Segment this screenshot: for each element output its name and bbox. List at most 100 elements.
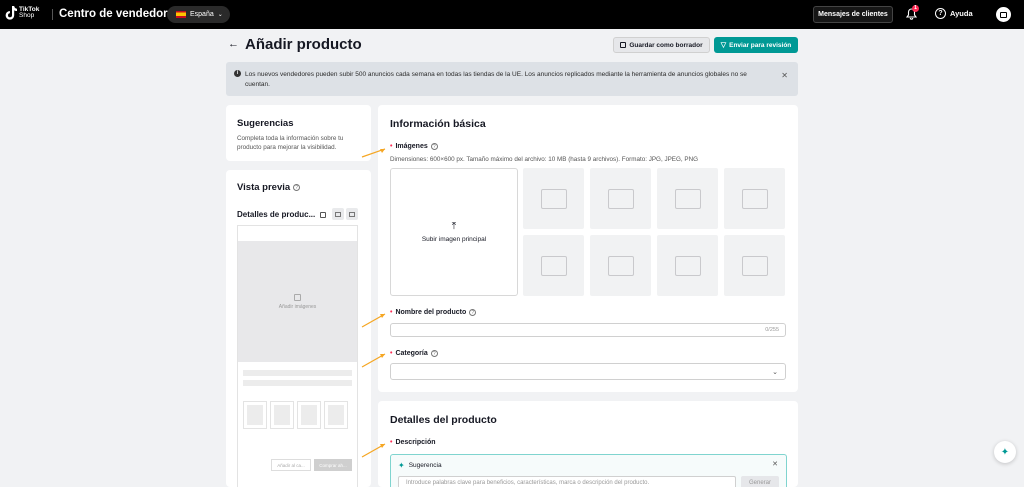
tiktok-shop-logo[interactable]: TikTok Shop (5, 6, 39, 20)
mobile-view-icon[interactable] (346, 208, 358, 220)
shop-profile-icon[interactable] (996, 7, 1011, 22)
image-slot-box-open-icon[interactable] (590, 168, 651, 229)
thumbnail-placeholder (243, 401, 267, 429)
buy-now-preview-button: Comprar ah... (314, 459, 352, 471)
preview-image-placeholder: Añadir imágenes (238, 241, 357, 362)
required-marker: • (390, 143, 393, 150)
notification-count-badge: 1 (912, 5, 919, 12)
annotation-arrow-name (361, 313, 386, 328)
thumbnail-placeholder (297, 401, 321, 429)
annotation-arrow-category (361, 353, 386, 368)
help-button[interactable]: ? Ayuda (935, 8, 973, 19)
images-hint: Dimensiones: 600×600 px. Tamaño máximo d… (390, 156, 699, 163)
suggestions-title: Sugerencias (237, 118, 294, 129)
image-slot-magnifier-icon[interactable] (657, 235, 718, 296)
preview-card: Vista previa ? Detalles de produc... Aña… (226, 170, 371, 487)
image-slots (523, 168, 785, 296)
back-arrow-icon[interactable]: ← (228, 38, 239, 50)
logo-divider (52, 9, 53, 20)
product-name-counter: 0/255 (765, 327, 779, 333)
skeleton-line (243, 380, 352, 386)
save-draft-button[interactable]: Guardar como borrador (613, 37, 710, 53)
image-slot-box-3d-icon[interactable] (657, 168, 718, 229)
info-icon: i (234, 70, 241, 77)
chevron-down-icon: ⌄ (217, 12, 223, 18)
close-icon[interactable]: ✕ (772, 460, 778, 468)
lock-icon (320, 211, 327, 218)
region-selector[interactable]: España ⌄ (167, 6, 230, 23)
customer-messages-button[interactable]: Mensajes de clientes (813, 6, 893, 23)
preview-title: Vista previa (237, 182, 291, 193)
image-slot-box-lid-icon[interactable] (724, 168, 785, 229)
images-label-text: Imágenes (395, 143, 428, 150)
help-circle-icon[interactable]: ? (430, 350, 438, 357)
submit-for-review-button[interactable]: ▽ Enviar para revisión (714, 37, 798, 53)
basic-info-title: Información básica (390, 118, 486, 130)
phone-preview: Añadir imágenes Añadir al ca... Comprar … (237, 225, 358, 487)
images-label: • Imágenes ? (390, 143, 438, 150)
upload-main-image-button[interactable]: ⤒ Subir imagen principal (390, 168, 518, 296)
suggestion-title: Sugerencia (408, 462, 442, 469)
product-name-label: • Nombre del producto ? (390, 309, 477, 316)
basic-info-card: Información básica • Imágenes ? Dimensio… (378, 105, 798, 392)
shopping-bag-icon (294, 293, 301, 301)
upload-icon: ⤒ (451, 221, 457, 232)
desktop-view-icon[interactable] (332, 208, 344, 220)
skeleton-line (243, 370, 352, 376)
suggestions-text: Completa toda la información sobre tu pr… (237, 135, 344, 151)
required-marker: • (390, 350, 393, 357)
help-icon: ? (935, 8, 946, 19)
required-marker: • (390, 309, 393, 316)
description-label: • Descripción (390, 439, 436, 446)
tiktok-logo-icon (5, 6, 17, 20)
page-title: Añadir producto (245, 36, 362, 53)
app-title: Centro de vendedores (59, 8, 181, 20)
image-slot-size-icon[interactable] (724, 235, 785, 296)
required-marker: • (390, 439, 393, 446)
help-circle-icon[interactable]: ? (430, 143, 438, 150)
close-icon[interactable]: ✕ (781, 71, 788, 81)
category-select[interactable]: ⌄ (390, 363, 786, 380)
help-circle-icon[interactable]: ? (293, 184, 301, 191)
send-icon: ▽ (720, 42, 727, 49)
preview-subtitle: Detalles de produc... (237, 210, 327, 219)
logo-text-line2: Shop (19, 12, 35, 19)
image-slot-gallery-icon[interactable] (523, 235, 584, 296)
save-icon (620, 42, 627, 48)
keywords-input[interactable]: Introduce palabras clave para beneficios… (398, 476, 736, 487)
product-name-input[interactable]: 0/255 (390, 323, 786, 337)
add-images-text: Añadir imágenes (278, 303, 317, 310)
save-draft-label: Guardar como borrador (629, 41, 703, 49)
thumbnail-placeholder (324, 401, 348, 429)
upload-main-label: Subir imagen principal (421, 236, 487, 243)
product-details-card: Detalles del producto • Descripción ✦ Su… (378, 401, 798, 487)
sparkle-icon: ✦ (398, 461, 405, 470)
image-slot-scale-icon[interactable] (590, 235, 651, 296)
notice-text: Los nuevos vendedores pueden subir 500 a… (245, 71, 747, 88)
category-label-text: Categoría (395, 350, 428, 357)
help-label: Ayuda (950, 9, 973, 18)
chevron-down-icon: ⌄ (772, 368, 778, 376)
category-label: • Categoría ? (390, 350, 438, 357)
preview-heading: Vista previa ? (237, 182, 360, 193)
thumbnail-placeholder (270, 401, 294, 429)
product-name-label-text: Nombre del producto (395, 309, 467, 316)
image-slot-box-icon[interactable] (523, 168, 584, 229)
annotation-arrow-images (361, 148, 386, 158)
preview-thumbnails (243, 401, 351, 429)
upload-limit-notice: i Los nuevos vendedores pueden subir 500… (226, 62, 798, 96)
suggestion-header: ✦ Sugerencia (398, 461, 442, 470)
generate-button[interactable]: Generar (741, 476, 779, 487)
preview-subtitle-text: Detalles de produc... (237, 210, 316, 219)
add-to-cart-preview-button: Añadir al ca... (271, 459, 311, 471)
product-details-title: Detalles del producto (390, 414, 497, 426)
spain-flag-icon (176, 11, 186, 18)
help-circle-icon[interactable]: ? (469, 309, 477, 316)
suggestions-card: Sugerencias Completa toda la información… (226, 105, 371, 161)
region-label: España (190, 11, 214, 18)
submit-label: Enviar para revisión (729, 41, 792, 49)
ai-assistant-sparkle-icon[interactable]: ✦ (994, 441, 1016, 463)
description-label-text: Descripción (395, 439, 436, 446)
ai-suggestion-box: ✦ Sugerencia ✕ Introduce palabras clave … (390, 454, 787, 487)
top-bar: TikTok Shop Centro de vendedores España … (0, 0, 1024, 29)
